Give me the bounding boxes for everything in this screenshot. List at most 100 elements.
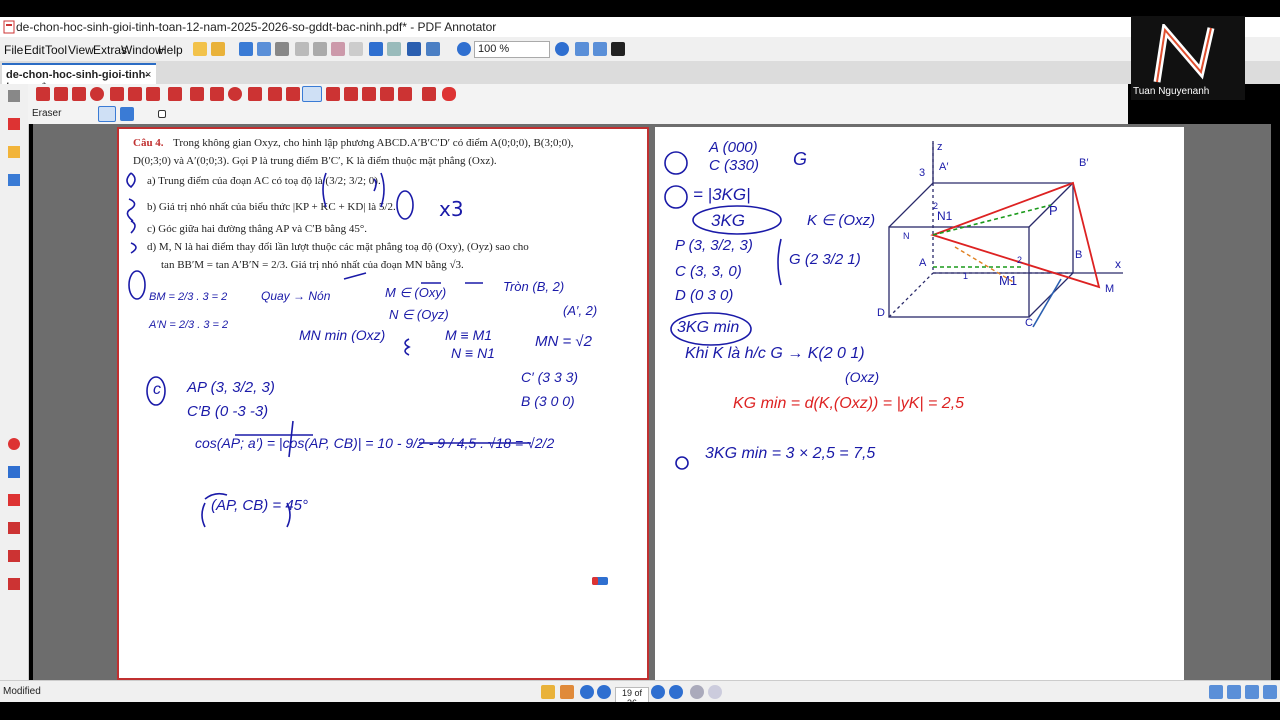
sum-tool-icon[interactable] [422, 87, 436, 101]
folder-panel-icon[interactable] [8, 146, 20, 158]
document-tab[interactable]: de-chon-hoc-sinh-gioi-tinh-toan-...* × [2, 63, 156, 93]
ink-point-cc: C (3, 3, 0) [675, 263, 742, 280]
menu-help[interactable]: Help [158, 43, 183, 57]
fullscreen-icon[interactable] [611, 42, 625, 56]
marker-tool-icon[interactable] [380, 87, 394, 101]
cube-label-1: 1 [963, 271, 969, 281]
magnifier-icon[interactable] [90, 87, 104, 101]
delete-icon[interactable] [349, 42, 363, 56]
save-icon[interactable] [239, 42, 253, 56]
prev-page-icon[interactable] [597, 685, 611, 699]
pages-icon[interactable] [8, 90, 20, 102]
ink-khi: Khi K là h/c G → K(2 0 1) [685, 345, 865, 362]
ink-tron-a: (A′, 2) [563, 303, 598, 318]
fit-page-icon[interactable] [575, 42, 589, 56]
undo-icon[interactable] [369, 42, 383, 56]
pen-tool-side-icon[interactable] [8, 466, 20, 478]
fit-width-icon[interactable] [593, 42, 607, 56]
attachment-icon[interactable] [8, 174, 20, 186]
cube-label-2b: 2 [1017, 255, 1023, 265]
cube-label-x: x [1115, 257, 1121, 271]
next-page-icon[interactable] [651, 685, 665, 699]
zoom-out-icon[interactable] [457, 42, 471, 56]
image-tool-icon[interactable] [398, 87, 412, 101]
ink-mn-min: MN min (Oxz) [299, 327, 386, 343]
redo-icon[interactable] [387, 42, 401, 56]
ink-g-coords: G (2 3/2 1) [789, 251, 861, 268]
hand-tool-icon[interactable] [72, 87, 86, 101]
grid-view-icon[interactable] [1263, 685, 1277, 699]
ellipse-tool-icon[interactable] [228, 87, 242, 101]
open-folder-icon[interactable] [211, 42, 225, 56]
ink-point-c1: C′ (3 3 3) [521, 369, 579, 385]
save-as-icon[interactable] [257, 42, 271, 56]
snapshot-tool-icon[interactable] [344, 87, 358, 101]
copy-icon[interactable] [313, 42, 327, 56]
pdf-page-right: A (000) C (330) G = |3KG| 3KG K ∈ (Oxz) … [655, 127, 1184, 680]
lasso-tool-icon[interactable] [326, 87, 340, 101]
paste-icon[interactable] [331, 42, 345, 56]
left-side-panel [0, 84, 29, 680]
bookmark-icon[interactable] [407, 42, 421, 56]
user-side-icon[interactable] [8, 550, 20, 562]
cube-label-m: M [1105, 283, 1115, 295]
zoom-select[interactable]: 100 % [474, 41, 550, 58]
print-icon[interactable] [275, 42, 289, 56]
ink-b-3kg: = |3KG| [693, 185, 751, 204]
stamp-side-icon[interactable] [8, 522, 20, 534]
menu-bar: File Edit Tool View Extras Window Help 1… [0, 37, 1280, 61]
new-doc-icon[interactable] [193, 42, 207, 56]
crop-tool-icon[interactable] [362, 87, 376, 101]
back-icon[interactable] [690, 685, 704, 699]
zoom-value: 100 % [478, 43, 510, 55]
ink-3kg-min: 3KG min [677, 319, 740, 336]
eraser-tool-icon[interactable] [302, 86, 322, 102]
ink-point-a: A (000) [709, 139, 758, 156]
line-tool-icon[interactable] [168, 87, 182, 101]
marker-side-icon[interactable] [8, 494, 20, 506]
cube-label-b: B [1075, 249, 1083, 261]
menu-view[interactable]: View [68, 43, 94, 57]
two-page-view-icon[interactable] [1227, 685, 1241, 699]
menu-tool[interactable]: Tool [45, 43, 67, 57]
favorites-tool-icon[interactable] [442, 87, 456, 101]
eraser-stroke-icon[interactable] [120, 107, 134, 121]
ink-point-c: C (330) [709, 157, 760, 174]
pen-panel-icon[interactable] [8, 118, 20, 130]
status-text: Modified [3, 686, 41, 697]
text-tool-icon[interactable] [110, 87, 124, 101]
bottom-black-bar [0, 702, 1280, 720]
camera-tool-icon[interactable] [146, 87, 160, 101]
eraser-size-icon[interactable] [158, 110, 166, 118]
eraser-mode-icon[interactable] [98, 106, 116, 122]
stamp-tool-icon[interactable] [128, 87, 142, 101]
view-icon[interactable] [426, 42, 440, 56]
eraser-cursor-icon [592, 577, 608, 585]
rectangle-tool-icon[interactable] [210, 87, 224, 101]
select-area-icon[interactable] [54, 87, 68, 101]
ink-an: A′N = 2/3 . 3 = 2 [149, 319, 229, 331]
tab-close-icon[interactable]: × [145, 69, 151, 81]
favorite-heart-icon[interactable] [8, 438, 20, 450]
ink-point-p: P (3, 3/2, 3) [675, 237, 753, 254]
cut-icon[interactable] [295, 42, 309, 56]
first-page-icon[interactable] [580, 685, 594, 699]
select-tool-icon[interactable] [36, 87, 50, 101]
forward-icon[interactable] [708, 685, 722, 699]
tool-name: Eraser [32, 108, 62, 119]
pages-status-icon[interactable] [560, 685, 574, 699]
last-page-icon[interactable] [669, 685, 683, 699]
highlighter-tool-icon[interactable] [286, 87, 300, 101]
cube-label-m1: M1 [999, 273, 1018, 288]
single-page-view-icon[interactable] [1209, 685, 1223, 699]
arrow-tool-icon[interactable] [268, 87, 282, 101]
menu-edit[interactable]: Edit [24, 43, 45, 57]
arrow-side-icon[interactable] [8, 578, 20, 590]
attach-status-icon[interactable] [541, 685, 555, 699]
menu-file[interactable]: File [4, 43, 23, 57]
continuous-view-icon[interactable] [1245, 685, 1259, 699]
zoom-in-icon[interactable] [555, 42, 569, 56]
tool-options-bar: Eraser [28, 104, 1128, 124]
pen-tool-icon[interactable] [190, 87, 204, 101]
envelope-tool-icon[interactable] [248, 87, 262, 101]
